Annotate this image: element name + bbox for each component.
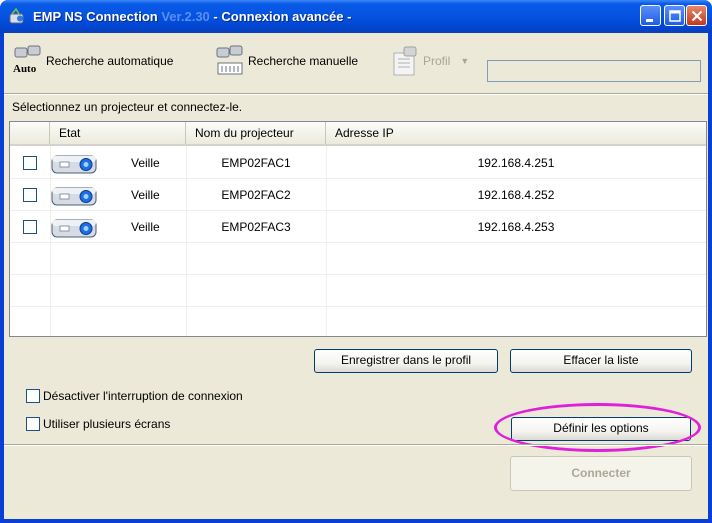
projector-icon (51, 187, 97, 206)
empty-row (10, 243, 706, 275)
multi-screens-label: Utiliser plusieurs écrans (43, 417, 171, 431)
projector-name-cell: EMP02FAC3 (221, 220, 291, 234)
projector-icon (51, 219, 97, 238)
manual-search-icon (216, 45, 243, 75)
disable-interrupt-option[interactable]: Désactiver l'interruption de connexion (26, 388, 243, 404)
app-icon (9, 8, 24, 24)
instruction-text: Sélectionnez un projecteur et connectez-… (12, 100, 243, 114)
auto-search-label: Recherche automatique (46, 54, 174, 68)
projector-list[interactable]: Etat Nom du projecteur Adresse IP Veille… (9, 121, 707, 337)
column-header-etat[interactable]: Etat (50, 122, 186, 144)
manual-search-label: Recherche manuelle (248, 54, 359, 68)
minimize-button[interactable] (640, 5, 661, 26)
chevron-down-icon: ▼ (460, 56, 470, 66)
close-icon (691, 10, 703, 22)
title-bar[interactable]: EMP NS Connection Ver.2.30 - Connexion a… (0, 0, 712, 33)
empty-row (10, 275, 706, 307)
table-row[interactable]: Veille EMP02FAC2 192.168.4.252 (10, 179, 706, 211)
column-header-name[interactable]: Nom du projecteur (186, 122, 326, 144)
client-area: Auto Recherche automatique Recherche man… (4, 33, 708, 519)
auto-icon-text: Auto (13, 63, 37, 75)
projector-name-cell: EMP02FAC2 (221, 188, 291, 202)
app-window: EMP NS Connection Ver.2.30 - Connexion a… (0, 0, 712, 523)
profil-label: Profil (423, 54, 451, 68)
manual-search-button[interactable]: Recherche manuelle (214, 43, 358, 79)
multi-screens-option[interactable]: Utiliser plusieurs écrans (26, 416, 170, 432)
toolbar: Auto Recherche automatique Recherche man… (4, 33, 708, 91)
multi-screens-checkbox[interactable] (26, 417, 40, 431)
minimize-icon (646, 19, 653, 22)
auto-search-icon: Auto (13, 45, 41, 75)
save-to-profile-button[interactable]: Enregistrer dans le profil (314, 349, 498, 373)
status-cell: Veille (131, 220, 160, 234)
maximize-button[interactable] (664, 5, 685, 26)
status-cell: Veille (131, 156, 160, 170)
window-title-subtitle: - Connexion avancée - (213, 9, 352, 24)
table-row[interactable]: Veille EMP02FAC3 192.168.4.253 (10, 211, 706, 243)
ip-address-cell: 192.168.4.251 (477, 156, 555, 170)
toolbar-divider (4, 93, 708, 95)
window-title: EMP NS Connection Ver.2.30 - Connexion a… (33, 9, 352, 24)
maximize-icon (669, 10, 681, 22)
profil-icon (393, 46, 417, 76)
profil-dropdown-button[interactable]: Profil ▼ (389, 43, 469, 79)
footer-divider (4, 444, 708, 446)
window-title-version: Ver.2.30 (161, 9, 210, 24)
table-row[interactable]: Veille EMP02FAC1 192.168.4.251 (10, 147, 706, 179)
status-cell: Veille (131, 188, 160, 202)
column-header-ip[interactable]: Adresse IP (326, 122, 706, 144)
projector-icon (51, 155, 97, 174)
row-checkbox[interactable] (23, 220, 37, 234)
auto-search-button[interactable]: Auto Recherche automatique (12, 43, 173, 79)
clear-list-button[interactable]: Effacer la liste (510, 349, 692, 373)
connect-button[interactable]: Connecter (510, 456, 692, 491)
list-header: Etat Nom du projecteur Adresse IP (10, 122, 706, 146)
ip-address-cell: 192.168.4.253 (477, 220, 555, 234)
profil-field[interactable] (487, 60, 701, 82)
ip-address-cell: 192.168.4.252 (477, 188, 555, 202)
close-button[interactable] (686, 5, 707, 26)
disable-interrupt-label: Désactiver l'interruption de connexion (43, 389, 243, 403)
projector-name-cell: EMP02FAC1 (221, 156, 291, 170)
row-checkbox[interactable] (23, 156, 37, 170)
column-header-select[interactable] (10, 122, 50, 144)
disable-interrupt-checkbox[interactable] (26, 389, 40, 403)
row-checkbox[interactable] (23, 188, 37, 202)
